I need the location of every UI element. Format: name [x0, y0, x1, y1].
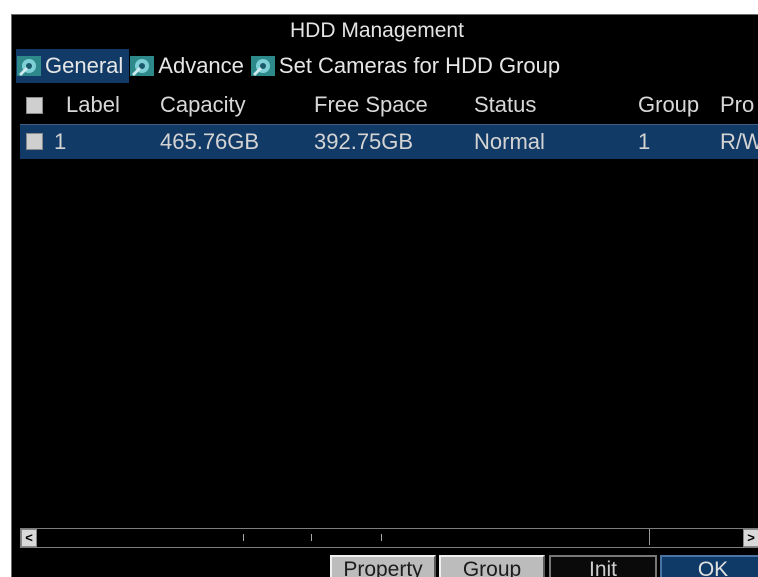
- button-bar: Property Group Init OK: [12, 555, 758, 577]
- cell-free-space: 392.75GB: [314, 129, 414, 154]
- horizontal-scrollbar[interactable]: < >: [20, 528, 758, 548]
- tab-general-label: General: [45, 53, 124, 78]
- column-divider-mark: [311, 534, 312, 541]
- tab-set-cameras-label: Set Cameras for HDD Group: [278, 53, 561, 78]
- column-divider-mark: [243, 534, 244, 541]
- ok-button[interactable]: OK: [660, 555, 758, 577]
- table-row[interactable]: 1 465.76GB 392.75GB Normal 1 R/W: [20, 124, 758, 159]
- hdd-list: Label Capacity Free Space Status Group P…: [20, 87, 758, 527]
- column-header-group: Group: [638, 92, 700, 117]
- column-header-capacity: Capacity: [160, 92, 246, 117]
- tab-bar: General Advance Set Cameras for HDD Grou…: [16, 49, 566, 83]
- hdd-settings-icon: [129, 54, 155, 78]
- hdd-settings-icon: [250, 54, 276, 78]
- cell-capacity: 465.76GB: [160, 129, 260, 154]
- property-button[interactable]: Property: [330, 555, 436, 577]
- column-header-free-space: Free Space: [314, 92, 428, 117]
- row-checkbox[interactable]: [26, 133, 43, 150]
- column-header-label: Label: [66, 92, 120, 117]
- cell-label: 1: [54, 129, 67, 154]
- cell-group: 1: [638, 129, 651, 154]
- cell-property: R/W: [720, 129, 758, 154]
- tab-general[interactable]: General: [16, 49, 130, 83]
- column-header-status: Status: [474, 92, 537, 117]
- tab-advance[interactable]: Advance: [129, 49, 250, 83]
- window-title: HDD Management: [290, 19, 464, 42]
- select-all-checkbox[interactable]: [26, 97, 43, 114]
- scroll-left-button[interactable]: <: [21, 529, 37, 547]
- column-header-property: Pro: [720, 92, 755, 117]
- table-header: Label Capacity Free Space Status Group P…: [20, 87, 758, 123]
- hdd-settings-icon: [16, 54, 42, 78]
- cell-status: Normal: [474, 129, 545, 154]
- scroll-right-button[interactable]: >: [743, 529, 758, 547]
- scrollbar-track[interactable]: [37, 529, 650, 545]
- column-divider-mark: [381, 534, 382, 541]
- init-button[interactable]: Init: [549, 555, 657, 577]
- title-bar: HDD Management: [12, 15, 758, 47]
- hdd-management-window: HDD Management General Advance Set Camer…: [11, 14, 758, 577]
- group-button[interactable]: Group: [439, 555, 545, 577]
- tab-set-cameras-for-hdd-group[interactable]: Set Cameras for HDD Group: [250, 49, 566, 83]
- tab-advance-label: Advance: [158, 53, 244, 78]
